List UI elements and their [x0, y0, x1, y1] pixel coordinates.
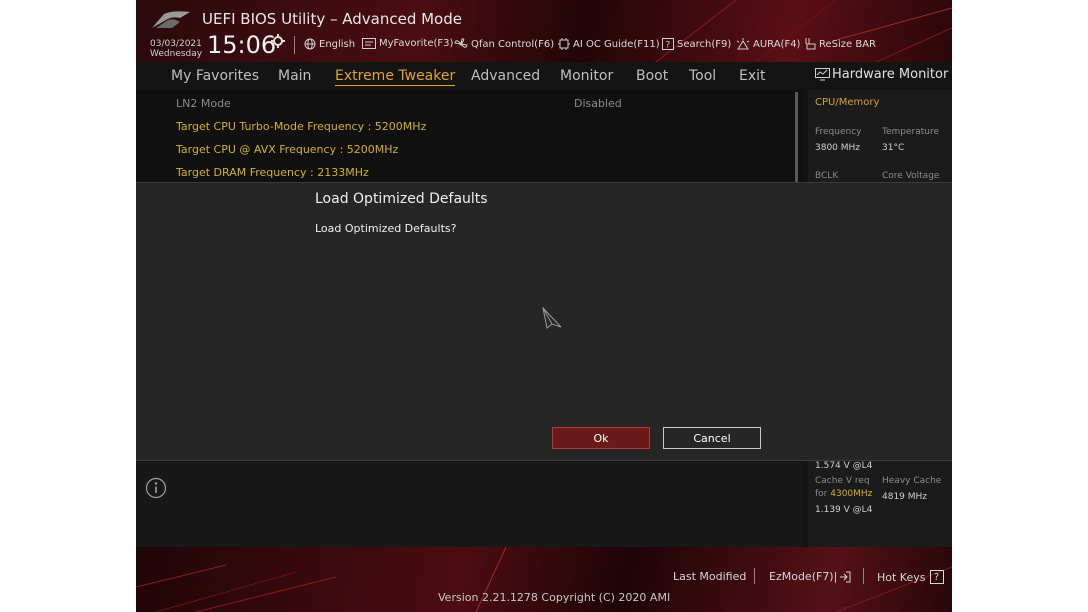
toolbar-search[interactable]: ? Search(F9): [662, 38, 731, 50]
footer-divider-1: [754, 568, 755, 584]
setting-target-dram: Target DRAM Frequency : 2133MHz: [176, 166, 369, 179]
toolbar-language-label: English: [319, 38, 356, 50]
hw-section-cpu-memory: CPU/Memory: [815, 97, 880, 108]
toolbar-aura[interactable]: AURA(F4): [736, 38, 800, 50]
toolbar-resize-bar[interactable]: ReSize BAR: [804, 38, 876, 50]
date-text: 03/03/2021: [150, 39, 202, 49]
toolbar-divider: [294, 36, 295, 54]
tab-my-favorites[interactable]: My Favorites: [171, 68, 259, 84]
hardware-monitor-title: Hardware Monitor: [832, 67, 949, 82]
globe-icon: [304, 38, 316, 50]
mouse-cursor-icon: [542, 306, 562, 329]
setting-target-cpu-avx: Target CPU @ AVX Frequency : 5200MHz: [176, 143, 399, 156]
hw-cache-v-req-label: Cache V req: [815, 476, 870, 486]
hw-cache-for-freq: 4300MHz: [830, 489, 873, 499]
settings-scrollbar[interactable]: [795, 92, 798, 182]
toolbar-ai-oc-label: AI OC Guide(F11): [573, 38, 660, 50]
footer-divider-2: [863, 568, 864, 584]
tab-extreme-tweaker[interactable]: Extreme Tweaker: [335, 68, 456, 86]
hotkeys-question-icon: ?: [929, 570, 944, 584]
hw-temperature-label: Temperature: [882, 127, 940, 137]
tab-main[interactable]: Main: [278, 68, 311, 84]
favorite-icon: [362, 38, 376, 49]
ai-oc-icon: [558, 38, 570, 50]
hw-core-voltage-label: Core Voltage: [882, 171, 940, 181]
hw-heavy-cache-value: 4819 MHz: [882, 492, 928, 502]
toolbar-ai-oc-guide[interactable]: AI OC Guide(F11): [558, 38, 660, 50]
gear-icon[interactable]: [271, 34, 285, 48]
svg-text:?: ?: [666, 41, 671, 51]
hw-frequency-label: Frequency: [815, 127, 862, 137]
dialog-message: Load Optimized Defaults?: [315, 222, 457, 235]
footer-hotkeys[interactable]: Hot Keys ?: [877, 570, 944, 584]
monitor-icon: [815, 68, 830, 81]
tab-advanced[interactable]: Advanced: [471, 68, 540, 84]
ok-button[interactable]: Ok: [552, 427, 650, 449]
footer-hotkeys-label: Hot Keys: [877, 570, 926, 584]
tab-exit[interactable]: Exit: [739, 68, 766, 84]
bios-title: UEFI BIOS Utility – Advanced Mode: [202, 10, 462, 28]
toolbar-qfan[interactable]: Qfan Control(F6): [454, 38, 554, 50]
toolbar-myfavorite-label: MyFavorite(F3): [379, 38, 454, 49]
resize-bar-icon: [805, 38, 816, 50]
hw-temperature-value: 31°C: [882, 143, 905, 153]
setting-ln2-mode[interactable]: LN2 Mode: [176, 97, 231, 110]
toolbar-resize-bar-label: ReSize BAR: [819, 38, 877, 50]
date-block: 03/03/2021 Wednesday: [150, 39, 202, 59]
hw-cache-for-label: for: [815, 489, 828, 499]
rog-logo-icon: [152, 11, 190, 29]
cancel-button[interactable]: Cancel: [663, 427, 761, 449]
hw-heavy-cache-label: Heavy Cache: [882, 476, 942, 486]
tab-monitor[interactable]: Monitor: [560, 68, 613, 84]
time-text: 15:06: [207, 31, 277, 59]
fan-icon: [454, 38, 468, 48]
info-icon: [145, 477, 167, 499]
hw-cache-voltage: 1.139 V @L4: [815, 505, 873, 515]
footer-version: Version 2.21.1278 Copyright (C) 2020 AMI: [438, 591, 671, 604]
toolbar-aura-label: AURA(F4): [753, 38, 801, 50]
tab-boot[interactable]: Boot: [636, 68, 668, 84]
day-text: Wednesday: [150, 49, 203, 59]
question-icon: ?: [662, 38, 674, 50]
bios-screen: UEFI BIOS Utility – Advanced Mode 03/03/…: [136, 0, 952, 612]
setting-ln2-mode-value: Disabled: [574, 97, 622, 110]
tab-tool[interactable]: Tool: [689, 68, 716, 84]
toolbar-search-label: Search(F9): [677, 38, 732, 50]
footer-ezmode[interactable]: EzMode(F7)|: [769, 570, 851, 583]
exit-arrow-icon: [840, 571, 851, 582]
dialog-title: Load Optimized Defaults: [315, 191, 488, 207]
setting-target-cpu-turbo: Target CPU Turbo-Mode Frequency : 5200MH…: [176, 120, 427, 133]
toolbar-myfavorite[interactable]: MyFavorite(F3): [362, 38, 453, 49]
hw-cache-for-line: for 4300MHz: [815, 489, 872, 499]
hw-frequency-value: 3800 MHz: [815, 143, 861, 153]
hw-voltage-l4: 1.574 V @L4: [815, 461, 873, 471]
info-panel: [136, 462, 803, 547]
footer-last-modified[interactable]: Last Modified: [673, 570, 746, 583]
aura-icon: [736, 38, 750, 50]
footer-ezmode-label: EzMode(F7)|: [769, 570, 838, 583]
setting-ln2-mode-label: LN2 Mode: [176, 97, 231, 110]
toolbar-language[interactable]: English: [304, 38, 355, 50]
toolbar-qfan-label: Qfan Control(F6): [471, 38, 555, 50]
hw-bclk-label: BCLK: [815, 171, 839, 181]
